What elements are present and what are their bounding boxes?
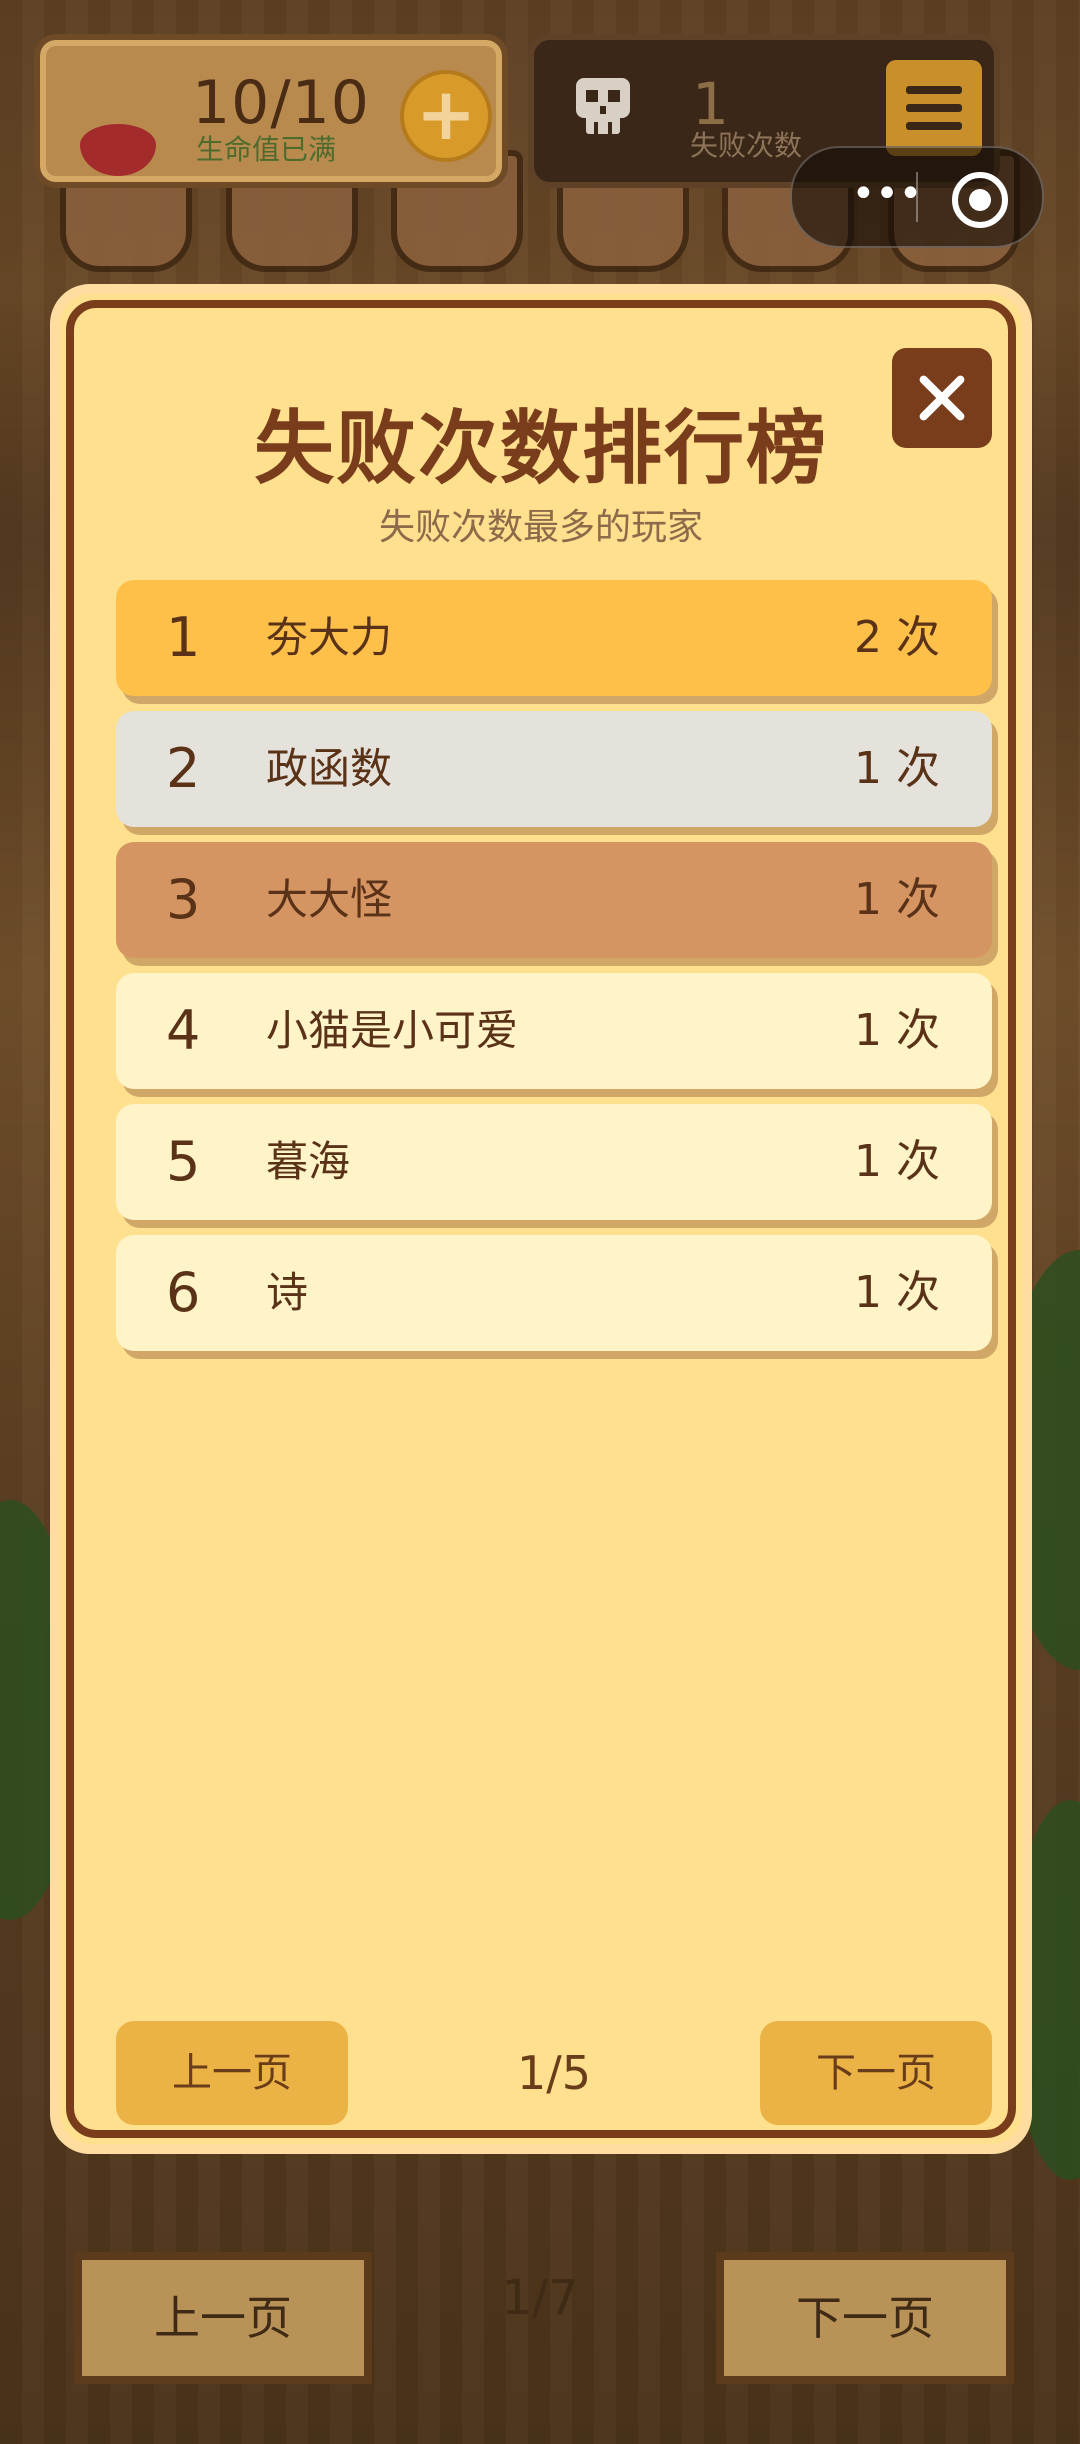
heart-icon bbox=[80, 124, 156, 176]
leaderboard-row: 6 诗 1 次 bbox=[116, 1235, 992, 1351]
add-lives-button[interactable]: + bbox=[400, 70, 492, 162]
player-name: 政函数 bbox=[266, 744, 393, 793]
rank-number: 3 bbox=[166, 868, 201, 931]
player-name: 诗 bbox=[266, 1268, 309, 1317]
lives-panel: 10/10 生命值已满 + bbox=[34, 34, 508, 188]
fail-count: 2 次 bbox=[854, 612, 940, 663]
background-next-button: 下一页 bbox=[716, 2252, 1014, 2384]
miniprogram-capsule: ••• bbox=[790, 146, 1044, 248]
fail-count: 1 次 bbox=[854, 1267, 940, 1318]
rank-number: 1 bbox=[166, 606, 201, 669]
fail-count-label: 失败次数 bbox=[690, 129, 803, 162]
leaderboard-row: 5 暮海 1 次 bbox=[116, 1104, 992, 1220]
lives-status: 生命值已满 bbox=[196, 133, 337, 166]
player-name: 小猫是小可爱 bbox=[266, 1006, 519, 1055]
rank-number: 6 bbox=[166, 1261, 201, 1324]
fail-count: 1 次 bbox=[854, 874, 940, 925]
leaderboard-subtitle: 失败次数最多的玩家 bbox=[378, 507, 703, 548]
page-indicator: 1/5 bbox=[516, 2046, 592, 2100]
close-button[interactable] bbox=[892, 348, 992, 448]
leaderboard-row: 4 小猫是小可爱 1 次 bbox=[116, 973, 992, 1089]
fail-count: 1 次 bbox=[854, 1005, 940, 1056]
menu-icon bbox=[906, 86, 962, 94]
more-options-button[interactable]: ••• bbox=[832, 174, 942, 220]
prev-page-button[interactable]: 上一页 bbox=[116, 2021, 348, 2125]
fail-count: 1 次 bbox=[854, 743, 940, 794]
background-prev-button: 上一页 bbox=[74, 2252, 372, 2384]
player-name: 暮海 bbox=[266, 1137, 351, 1186]
close-miniprogram-icon[interactable] bbox=[952, 172, 1008, 228]
skull-icon bbox=[576, 78, 630, 134]
player-name: 大大怪 bbox=[266, 875, 393, 924]
rank-number: 5 bbox=[166, 1130, 201, 1193]
rank-number: 2 bbox=[166, 737, 201, 800]
leaderboard-row: 1 夯大力 2 次 bbox=[116, 580, 992, 696]
leaderboard-title: 失败次数排行榜 bbox=[254, 402, 828, 495]
leaderboard-list: 1 夯大力 2 次 2 政函数 1 次 3 大大怪 1 次 4 小猫是小可爱 1 次 5 暮海 1 次 6 诗 1… bbox=[116, 580, 992, 1366]
menu-button[interactable] bbox=[886, 60, 982, 156]
rank-number: 4 bbox=[166, 999, 201, 1062]
player-name: 夯大力 bbox=[266, 613, 393, 662]
leaderboard-row: 2 政函数 1 次 bbox=[116, 711, 992, 827]
next-page-button[interactable]: 下一页 bbox=[760, 2021, 992, 2125]
fail-count: 1 次 bbox=[854, 1136, 940, 1187]
leaderboard-row: 3 大大怪 1 次 bbox=[116, 842, 992, 958]
capsule-divider bbox=[916, 172, 918, 222]
leaderboard-modal: 失败次数排行榜 失败次数最多的玩家 1 夯大力 2 次 2 政函数 1 次 3 大大怪 1 次4… bbox=[50, 284, 1032, 2154]
leaderboard-panel: 失败次数排行榜 失败次数最多的玩家 1 夯大力 2 次 2 政函数 1 次 3 大大怪 1 次4… bbox=[66, 300, 1016, 2138]
background-page-indicator: 1/7 bbox=[501, 2270, 579, 2326]
